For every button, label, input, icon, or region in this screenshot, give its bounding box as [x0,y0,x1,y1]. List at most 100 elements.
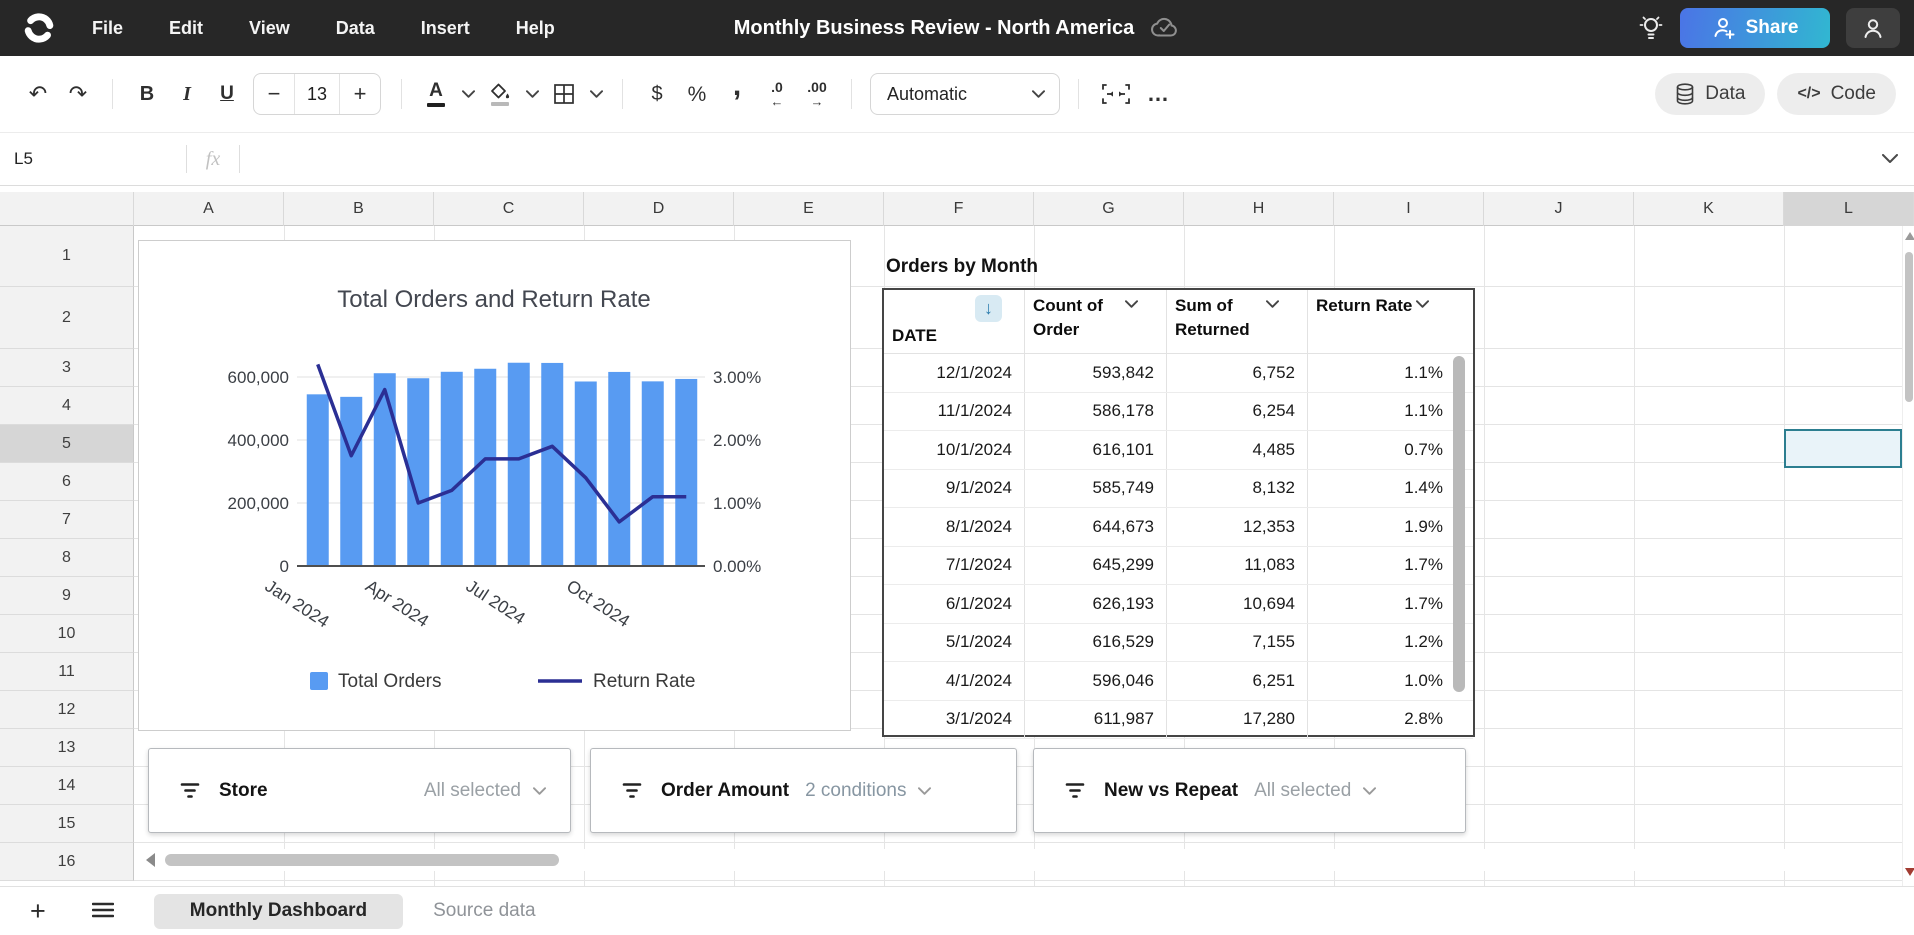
font-size-increase-button[interactable]: + [340,73,380,115]
row-header-15[interactable]: 15 [0,805,134,843]
column-header-D[interactable]: D [584,192,734,226]
filter-chip-new-vs-repeat[interactable]: New vs Repeat All selected [1033,748,1466,833]
redo-button[interactable]: ↷ [60,73,96,115]
percent-format-button[interactable]: % [679,73,715,115]
row-header-13[interactable]: 13 [0,729,134,767]
menu-item-edit[interactable]: Edit [169,18,203,39]
lightbulb-icon[interactable] [1638,14,1664,42]
table-row-8/1/2024[interactable]: 8/1/2024644,67312,3531.9% [884,508,1473,547]
share-button[interactable]: Share [1680,8,1830,48]
add-sheet-button[interactable]: + [30,898,46,925]
chart-card[interactable]: Total Orders and Return Rate00.00%200,00… [138,240,851,731]
table-row-10/1/2024[interactable]: 10/1/2024616,1014,4850.7% [884,431,1473,470]
app-logo-icon[interactable] [22,11,56,45]
text-color-dropdown[interactable] [458,73,478,115]
filter-chip-store[interactable]: Store All selected [148,748,571,833]
fit-selection-button[interactable] [1095,73,1137,115]
column-header-H[interactable]: H [1184,192,1334,226]
sheet-list-button[interactable] [92,902,114,921]
menu-item-view[interactable]: View [249,18,290,39]
table-row-7/1/2024[interactable]: 7/1/2024645,29911,0831.7% [884,547,1473,586]
code-panel-button[interactable]: </> Code [1777,73,1896,115]
italic-button[interactable]: I [169,73,205,115]
table-row-11/1/2024[interactable]: 11/1/2024586,1786,2541.1% [884,393,1473,432]
menu-item-file[interactable]: File [92,18,123,39]
chevron-down-icon[interactable] [1125,300,1138,308]
cell-reference[interactable]: L5 [0,149,186,169]
font-size-decrease-button[interactable]: − [254,73,294,115]
vertical-scroll-thumb[interactable] [1905,252,1913,402]
table-header-count-of-order[interactable]: Count of Order [1025,290,1167,353]
scroll-left-icon[interactable] [146,853,155,867]
row-header-11[interactable]: 11 [0,653,134,691]
column-header-L[interactable]: L [1784,192,1914,226]
column-header-G[interactable]: G [1034,192,1184,226]
chevron-down-icon[interactable] [1363,787,1376,795]
row-header-2[interactable]: 2 [0,287,134,349]
table-row-4/1/2024[interactable]: 4/1/2024596,0466,2511.0% [884,662,1473,701]
column-header-B[interactable]: B [284,192,434,226]
borders-button[interactable] [546,73,582,115]
row-header-6[interactable]: 6 [0,463,134,501]
row-header-1[interactable]: 1 [0,226,134,287]
column-header-I[interactable]: I [1334,192,1484,226]
row-header-12[interactable]: 12 [0,691,134,729]
sort-descending-icon[interactable]: ↓ [975,295,1002,322]
column-header-F[interactable]: F [884,192,1034,226]
menu-item-help[interactable]: Help [516,18,555,39]
font-size-value[interactable]: 13 [294,73,340,115]
filter-chip-order-amount[interactable]: Order Amount 2 conditions [590,748,1017,833]
text-color-button[interactable]: A [418,73,454,115]
horizontal-scroll-thumb[interactable] [165,854,559,866]
column-header-J[interactable]: J [1484,192,1634,226]
formula-input[interactable] [240,133,1882,185]
more-button[interactable]: … [1141,73,1177,115]
tab-source-data[interactable]: Source data [433,900,535,922]
menu-item-insert[interactable]: Insert [421,18,470,39]
column-header-A[interactable]: A [134,192,284,226]
underline-button[interactable]: U [209,73,245,115]
row-header-3[interactable]: 3 [0,349,134,387]
doc-title[interactable]: Monthly Business Review - North America [734,17,1134,40]
bold-button[interactable]: B [129,73,165,115]
table-row-12/1/2024[interactable]: 12/1/2024593,8426,7521.1% [884,354,1473,393]
table-row-9/1/2024[interactable]: 9/1/2024585,7498,1321.4% [884,470,1473,509]
chevron-down-icon[interactable] [533,787,546,795]
row-header-4[interactable]: 4 [0,387,134,425]
table-title[interactable]: Orders by Month [886,256,1038,278]
table-row-3/1/2024[interactable]: 3/1/2024611,98717,2802.8% [884,701,1473,740]
column-header-C[interactable]: C [434,192,584,226]
table-row-6/1/2024[interactable]: 6/1/2024626,19310,6941.7% [884,585,1473,624]
selected-cell-L5[interactable] [1784,429,1902,468]
scroll-down-icon[interactable] [1905,868,1914,876]
row-header-9[interactable]: 9 [0,577,134,615]
borders-dropdown[interactable] [586,73,606,115]
currency-format-button[interactable]: $ [639,73,675,115]
table-row-5/1/2024[interactable]: 5/1/2024616,5297,1551.2% [884,624,1473,663]
corner-cell[interactable] [0,192,134,226]
horizontal-scrollbar[interactable] [134,849,1914,871]
column-header-K[interactable]: K [1634,192,1784,226]
fill-color-dropdown[interactable] [522,73,542,115]
column-header-E[interactable]: E [734,192,884,226]
row-header-5[interactable]: 5 [0,425,134,463]
table-header-date[interactable]: DATE↓ [884,290,1025,353]
menu-item-data[interactable]: Data [336,18,375,39]
table-scroll-thumb[interactable] [1453,356,1465,692]
undo-button[interactable]: ↶ [20,73,56,115]
comma-format-button[interactable]: , [719,73,755,115]
row-header-7[interactable]: 7 [0,501,134,539]
row-header-8[interactable]: 8 [0,539,134,577]
scroll-up-icon[interactable] [1905,232,1914,240]
vertical-scrollbar[interactable] [1902,226,1914,886]
tab-monthly-dashboard[interactable]: Monthly Dashboard [154,894,403,929]
table-header-sum-of-returned[interactable]: Sum of Returned [1167,290,1308,353]
data-panel-button[interactable]: Data [1655,73,1765,115]
decrease-decimal-button[interactable]: .0← [759,73,795,115]
chevron-down-icon[interactable] [1266,300,1279,308]
row-header-10[interactable]: 10 [0,615,134,653]
orders-table[interactable]: DATE↓Count of OrderSum of ReturnedReturn… [882,288,1475,737]
chevron-down-icon[interactable] [918,787,931,795]
increase-decimal-button[interactable]: .00→ [799,73,835,115]
table-header-return-rate[interactable]: Return Rate [1308,290,1473,353]
